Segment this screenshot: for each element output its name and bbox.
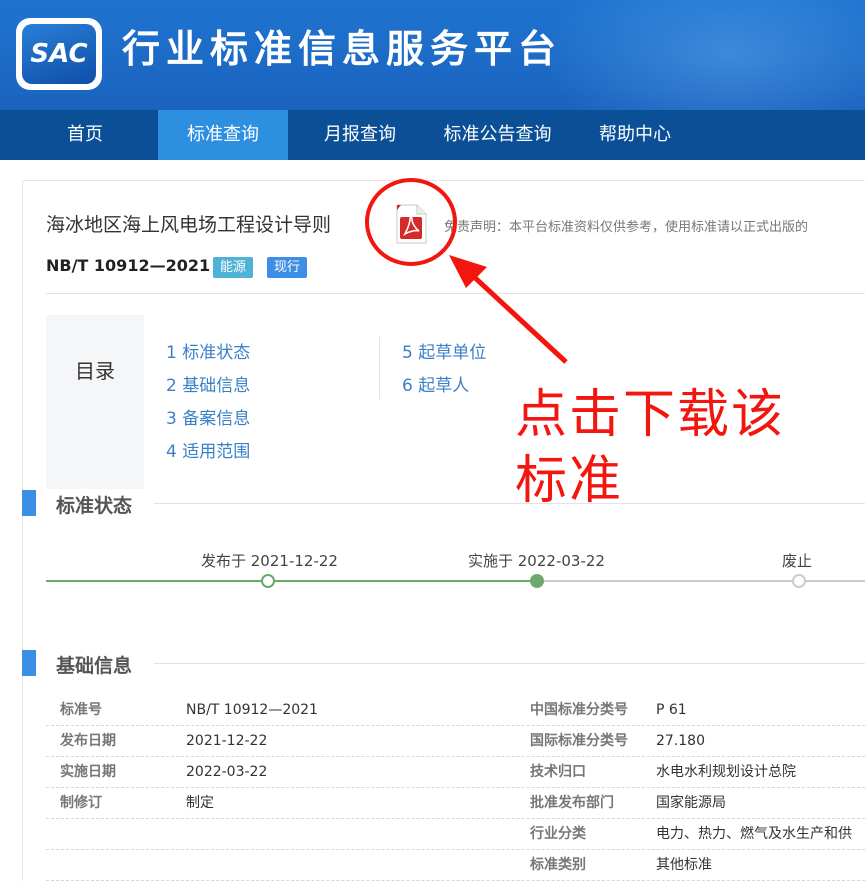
info-key-std-no: 标准号 <box>60 702 102 718</box>
status-timeline <box>46 574 865 588</box>
info-row: 标准号 NB/T 10912—2021 中国标准分类号 P 61 <box>46 695 865 726</box>
info-value-std-category: 其他标准 <box>656 857 712 873</box>
nav-item-monthly-report[interactable]: 月报查询 <box>305 110 415 160</box>
info-value-ccs: P 61 <box>656 702 687 718</box>
toc-item-basic-info[interactable]: 2 基础信息 <box>166 371 250 396</box>
header-glow-decoration <box>540 0 865 110</box>
info-key-publish-date: 发布日期 <box>60 733 116 749</box>
annotation-text: 点击下载该 标准 <box>515 382 815 514</box>
toc-item-drafting-unit[interactable]: 5 起草单位 <box>402 338 486 363</box>
sac-logo-emblem: SAC <box>22 24 96 84</box>
info-key-ccs: 中国标准分类号 <box>530 702 628 718</box>
nav-item-help-center[interactable]: 帮助中心 <box>585 110 685 160</box>
info-value-implement-date: 2022-03-22 <box>186 764 268 780</box>
info-key-industry: 行业分类 <box>530 826 586 842</box>
annotation-text-line2: 标准 <box>515 451 624 511</box>
info-key-implement-date: 实施日期 <box>60 764 116 780</box>
toc-label: 目录 <box>75 359 115 383</box>
toc-separator <box>379 337 380 399</box>
info-value-std-no: NB/T 10912—2021 <box>186 702 318 718</box>
pdf-download-icon[interactable] <box>395 204 427 244</box>
timeline-node-published <box>261 574 275 588</box>
info-value-ics: 27.180 <box>656 733 705 749</box>
info-row: 标准类别 其他标准 <box>46 850 865 881</box>
info-value-revision: 制定 <box>186 795 214 811</box>
info-value-publish-date: 2021-12-22 <box>186 733 268 749</box>
toc-item-status[interactable]: 1 标准状态 <box>166 338 250 363</box>
title-divider <box>46 293 865 294</box>
info-row: 发布日期 2021-12-22 国际标准分类号 27.180 <box>46 726 865 757</box>
section-title-status: 标准状态 <box>56 495 133 517</box>
annotation-text-line1: 点击下载该 <box>515 385 786 445</box>
page: SAC 行业标准信息服务平台 首页 标准查询 月报查询 标准公告查询 帮助中心 … <box>0 0 865 881</box>
toc-item-drafters[interactable]: 6 起草人 <box>402 371 469 396</box>
info-key-approval-dept: 批准发布部门 <box>530 795 614 811</box>
section-title-basic: 基础信息 <box>56 655 133 677</box>
section-marker-status <box>22 490 36 516</box>
info-value-tech-committee: 水电水利规划设计总院 <box>656 764 796 780</box>
info-key-revision: 制修订 <box>60 795 102 811</box>
nav-item-announcement-search[interactable]: 标准公告查询 <box>430 110 565 160</box>
logo-text: SAC <box>30 39 88 69</box>
nav-item-standard-search[interactable]: 标准查询 <box>158 110 288 160</box>
toc-item-scope[interactable]: 4 适用范围 <box>166 437 250 462</box>
info-value-approval-dept: 国家能源局 <box>656 795 726 811</box>
section-line-basic <box>154 663 865 664</box>
info-row: 行业分类 电力、热力、燃气及水生产和供 <box>46 819 865 850</box>
timeline-node-implemented <box>530 574 544 588</box>
site-title: 行业标准信息服务平台 <box>122 27 563 71</box>
toc-item-filing-info[interactable]: 3 备案信息 <box>166 404 250 429</box>
standard-title: 海冰地区海上风电场工程设计导则 <box>46 214 332 236</box>
info-key-tech-committee: 技术归口 <box>530 764 586 780</box>
standard-code: NB/T 10912—2021 <box>46 256 211 275</box>
site-header: SAC 行业标准信息服务平台 <box>0 0 865 110</box>
info-row: 实施日期 2022-03-22 技术归口 水电水利规划设计总院 <box>46 757 865 788</box>
main-nav: 首页 标准查询 月报查询 标准公告查询 帮助中心 <box>0 110 865 160</box>
nav-item-home[interactable]: 首页 <box>40 110 130 160</box>
tag-status-current: 现行 <box>267 257 308 278</box>
disclaimer-text: 免责声明：本平台标准资料仅供参考，使用标准请以正式出版的 <box>444 220 809 235</box>
info-key-std-category: 标准类别 <box>530 857 586 873</box>
toc-box: 目录 <box>46 315 144 489</box>
sac-logo[interactable]: SAC <box>16 18 102 90</box>
timeline-node-abolished <box>792 574 806 588</box>
info-row: 制修订 制定 批准发布部门 国家能源局 <box>46 788 865 819</box>
tag-energy: 能源 <box>213 257 254 278</box>
info-key-ics: 国际标准分类号 <box>530 733 628 749</box>
section-marker-basic <box>22 650 36 676</box>
info-value-industry: 电力、热力、燃气及水生产和供 <box>656 826 852 842</box>
